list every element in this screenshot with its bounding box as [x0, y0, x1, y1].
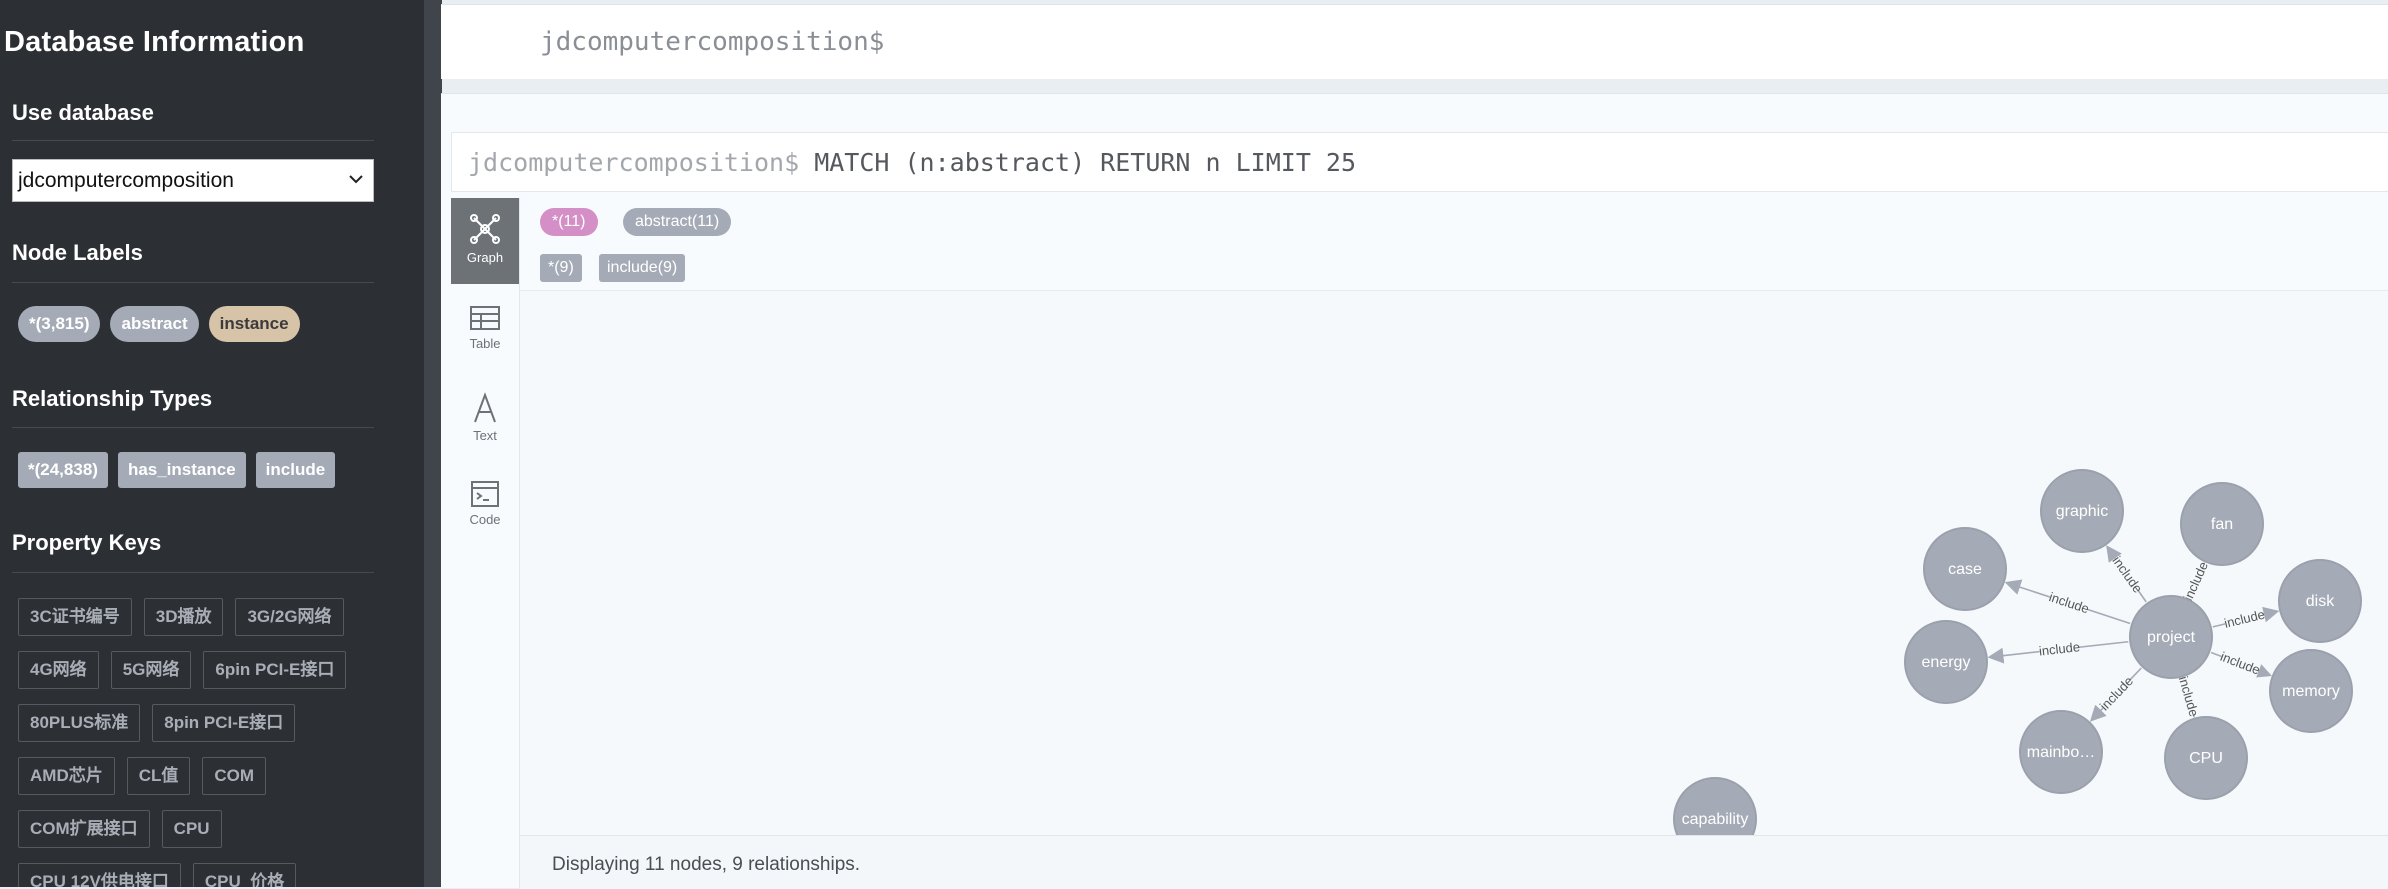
- edge-label: include: [2218, 649, 2262, 678]
- graph-node-label: fan: [2211, 516, 2233, 533]
- editor-frame[interactable]: jdcomputercomposition$: [441, 4, 2388, 79]
- status-bar: Displaying 11 nodes, 9 relationships.: [520, 835, 2388, 889]
- status-text: Displaying 11 nodes, 9 relationships.: [552, 854, 861, 875]
- property-key[interactable]: COM: [202, 757, 267, 795]
- view-text-label: Text: [473, 428, 497, 443]
- relationship-type-all[interactable]: *(24,838): [18, 452, 108, 488]
- relationship-types-heading: Relationship Types: [12, 386, 213, 411]
- graph-node-label: CPU: [2189, 750, 2223, 767]
- node-legend: *(11) abstract(11): [520, 198, 2388, 245]
- edge-label: include: [2097, 673, 2136, 713]
- result-frame: jdcomputercomposition$ MATCH (n:abstract…: [441, 93, 2388, 889]
- sidebar-title: Database Information: [4, 26, 305, 58]
- view-switcher: Graph Table Text Code: [451, 198, 520, 888]
- graph-node-label: mainbo…: [2027, 744, 2095, 761]
- graph-node-label: disk: [2306, 593, 2335, 610]
- property-key[interactable]: CPU 12V供电接口: [18, 863, 181, 887]
- chevron-down-icon: [349, 175, 363, 184]
- view-text-button[interactable]: Text: [451, 378, 519, 464]
- graph-node-label: energy: [1922, 654, 1971, 671]
- graph-node-label: case: [1948, 561, 1982, 578]
- graph-node-label: memory: [2282, 683, 2340, 700]
- query-text: MATCH (n:abstract) RETURN n LIMIT 25: [799, 148, 1357, 177]
- graph-nodes: project graphic fan case disk energy memory mai…: [1673, 469, 2362, 835]
- edge-label: include: [2180, 559, 2211, 603]
- view-graph-button[interactable]: Graph: [451, 198, 519, 284]
- edge-label: include: [2176, 675, 2202, 719]
- text-icon: [474, 392, 496, 423]
- property-key[interactable]: CPU_价格: [192, 863, 297, 887]
- property-key-row: 3C证书编号 3D播放 3G/2G网络: [18, 598, 378, 636]
- relationship-legend: *(9) include(9): [520, 244, 2388, 291]
- property-key[interactable]: AMD芯片: [18, 757, 115, 795]
- graph-icon: [470, 214, 500, 244]
- graph-node-label: graphic: [2056, 503, 2108, 520]
- node-label-abstract[interactable]: abstract: [110, 306, 199, 342]
- property-key[interactable]: 8pin PCI-E接口: [152, 704, 296, 742]
- edge-label: include: [2109, 553, 2145, 595]
- graph-node-label: project: [2147, 629, 2196, 646]
- database-select-value: jdcomputercomposition: [18, 168, 234, 192]
- view-graph-label: Graph: [466, 250, 504, 265]
- property-keys-heading: Property Keys: [12, 530, 162, 555]
- view-table-button[interactable]: Table: [451, 290, 519, 376]
- property-key[interactable]: CPU: [161, 810, 222, 848]
- property-key[interactable]: 5G网络: [110, 651, 192, 689]
- graph-node-label: capability: [1682, 811, 1749, 828]
- property-key[interactable]: 3G/2G网络: [235, 598, 344, 636]
- property-key[interactable]: 80PLUS标准: [18, 704, 141, 742]
- legend-rel-all[interactable]: *(9): [540, 254, 582, 282]
- sidebar: Database Information Use database jdcomp…: [0, 0, 424, 887]
- property-key-row: 4G网络 5G网络 6pin PCI-E接口: [18, 651, 378, 689]
- result-query-bar[interactable]: jdcomputercomposition$ MATCH (n:abstract…: [451, 132, 2388, 192]
- view-table-label: Table: [469, 336, 501, 351]
- node-label-instance[interactable]: instance: [208, 306, 300, 342]
- result-query: jdcomputercomposition$ MATCH (n:abstract…: [468, 148, 1356, 177]
- node-label-all[interactable]: *(3,815): [18, 306, 101, 342]
- property-key[interactable]: 3C证书编号: [18, 598, 132, 636]
- property-key-row: AMD芯片 CL值 COM: [18, 757, 378, 795]
- database-select[interactable]: jdcomputercomposition: [12, 159, 374, 202]
- property-key-row: COM扩展接口 CPU: [18, 810, 378, 848]
- property-key[interactable]: 4G网络: [18, 651, 99, 689]
- view-code-button[interactable]: Code: [451, 466, 519, 552]
- property-key-row: 80PLUS标准 8pin PCI-E接口: [18, 704, 378, 742]
- sidebar-resize-strip[interactable]: [424, 0, 442, 887]
- legend-rel-include[interactable]: include(9): [599, 254, 686, 282]
- divider: [12, 140, 374, 141]
- divider: [12, 427, 374, 428]
- relationship-type-has-instance[interactable]: has_instance: [117, 452, 246, 488]
- use-database-heading: Use database: [12, 100, 154, 125]
- legend-node-abstract[interactable]: abstract(11): [623, 208, 732, 236]
- node-labels-list: *(3,815) abstract instance: [18, 306, 300, 342]
- relationship-types-list: *(24,838) has_instance include: [18, 452, 336, 488]
- property-key-row: CPU 12V供电接口 CPU_价格: [18, 863, 378, 887]
- property-key[interactable]: COM扩展接口: [18, 810, 150, 848]
- editor-prompt: jdcomputercomposition$: [540, 27, 885, 57]
- graph-svg[interactable]: include include include include include inclu…: [520, 291, 2388, 835]
- query-prompt: jdcomputercomposition$: [468, 148, 800, 177]
- table-icon: [470, 306, 500, 330]
- divider: [12, 282, 374, 283]
- graph-canvas[interactable]: include include include include include inclu…: [520, 291, 2388, 835]
- relationship-type-include[interactable]: include: [255, 452, 336, 488]
- edge-label: include: [2047, 589, 2091, 616]
- property-keys-list: 3C证书编号 3D播放 3G/2G网络 4G网络 5G网络 6pin PCI-E…: [18, 598, 378, 887]
- view-code-label: Code: [469, 512, 501, 527]
- property-key[interactable]: 3D播放: [143, 598, 224, 636]
- code-icon: [471, 481, 499, 507]
- property-key[interactable]: 6pin PCI-E接口: [203, 651, 347, 689]
- node-labels-heading: Node Labels: [12, 240, 143, 265]
- property-key[interactable]: CL值: [126, 757, 191, 795]
- legend-node-all[interactable]: *(11): [540, 208, 598, 236]
- divider: [12, 572, 374, 573]
